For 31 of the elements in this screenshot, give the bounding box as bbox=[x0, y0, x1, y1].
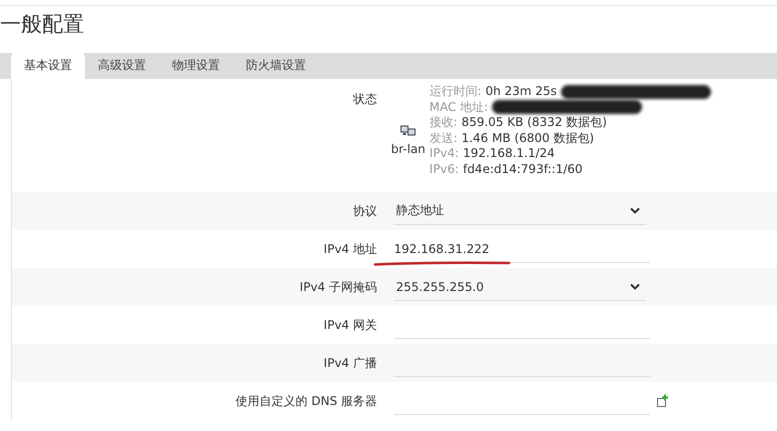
field-label: 状态 bbox=[352, 91, 377, 108]
input-field[interactable]: 192.168.31.222 bbox=[394, 236, 650, 262]
status-value: 192.168.1.1/24 bbox=[462, 146, 555, 162]
field-label: IPv4 子网掩码 bbox=[298, 278, 377, 296]
add-entry-icon[interactable] bbox=[656, 394, 669, 408]
status-label: 接收: bbox=[429, 115, 458, 130]
field-label: IPv4 网关 bbox=[322, 316, 377, 334]
status-value: 1.46 MB (6800 数据包) bbox=[461, 130, 594, 146]
tab[interactable]: 物理设置 bbox=[159, 52, 233, 79]
field-label: IPv4 地址 bbox=[322, 240, 377, 258]
tab[interactable]: 基本设置 bbox=[11, 52, 85, 79]
network-interface-icon bbox=[400, 124, 416, 138]
tab[interactable]: 高级设置 bbox=[85, 52, 159, 79]
status-label: 运行时间: bbox=[429, 84, 482, 100]
status-label: IPv4: bbox=[429, 146, 459, 162]
tab[interactable]: 防火墙设置 bbox=[233, 52, 319, 79]
dropdown[interactable]: 255.255.255.0 bbox=[394, 274, 646, 300]
field-label: 协议 bbox=[352, 202, 377, 220]
caret-icon bbox=[630, 283, 640, 290]
interface-name: br-lan bbox=[391, 142, 426, 156]
status-label: 发送: bbox=[429, 130, 458, 146]
caret-icon bbox=[630, 207, 640, 214]
status-value: fd4e:d14:793f::1/60 bbox=[462, 162, 583, 177]
field-label: 使用自定义的 DNS 服务器 bbox=[234, 392, 377, 410]
field-label: IPv4 广播 bbox=[322, 354, 377, 372]
page-title: 一般配置 bbox=[0, 11, 85, 38]
dropdown[interactable]: 静态地址 bbox=[394, 198, 646, 224]
status-value: 0h 23m 25s bbox=[485, 84, 557, 100]
status-label: IPv6: bbox=[429, 162, 459, 177]
status-value: 859.05 KB (8332 数据包) bbox=[461, 115, 607, 130]
status-label: MAC 地址: bbox=[429, 100, 488, 115]
